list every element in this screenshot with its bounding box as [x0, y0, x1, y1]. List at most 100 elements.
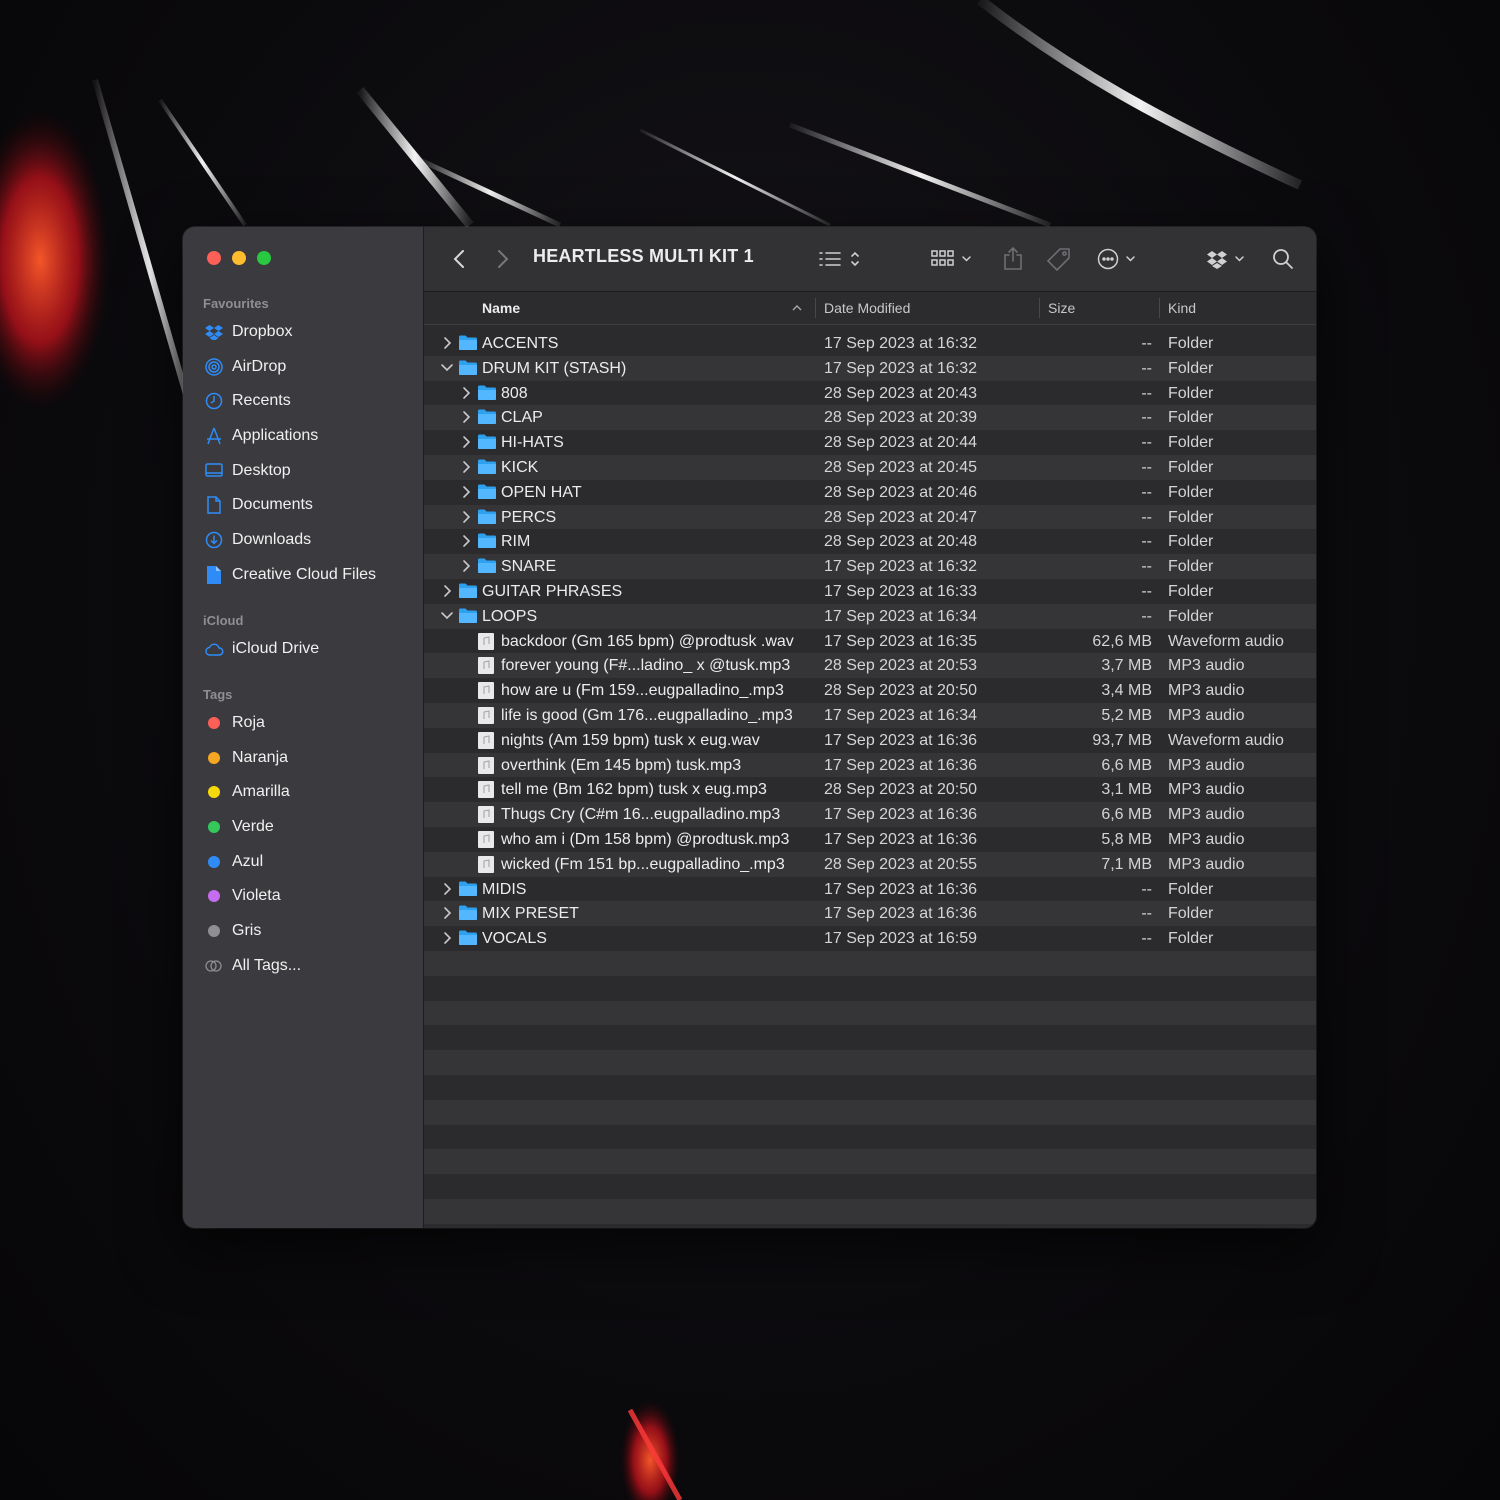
file-row[interactable]: nights (Am 159 bpm) tusk x eug.wav 17 Sep…: [424, 728, 1316, 753]
disclosure-chevron-right-icon[interactable]: [459, 459, 473, 475]
folder-row[interactable]: MIX PRESET 17 Sep 2023 at 16:36 -- Folder: [424, 901, 1316, 927]
folder-icon: [478, 533, 496, 549]
folder-row[interactable]: 808 28 Sep 2023 at 20:43 -- Folder: [424, 381, 1316, 406]
folder-row[interactable]: DRUM KIT (STASH) 17 Sep 2023 at 16:32 -- Fo…: [424, 355, 1316, 381]
folder-row[interactable]: HI-HATS 28 Sep 2023 at 20:44 -- Folder: [424, 430, 1316, 455]
forward-button[interactable]: [490, 227, 516, 291]
folder-row[interactable]: PERCS 28 Sep 2023 at 20:47 -- Folder: [424, 504, 1316, 530]
sidebar-tag-gris[interactable]: Gris: [203, 917, 408, 945]
disclosure-chevron-right-icon[interactable]: [440, 905, 454, 921]
item-kind: Folder: [1168, 359, 1214, 377]
item-name: overthink (Em 145 bpm) tusk.mp3: [501, 756, 742, 774]
folder-icon: [478, 459, 496, 474]
file-icon: [203, 564, 225, 586]
document-icon: [203, 494, 225, 516]
column-date-header[interactable]: Date Modified: [824, 292, 910, 324]
search-button[interactable]: [1268, 227, 1298, 291]
zoom-button[interactable]: [257, 251, 271, 265]
tag-dot-icon: [208, 752, 220, 764]
disclosure-chevron-right-icon[interactable]: [440, 335, 454, 351]
item-name: life is good (Gm 176...eugpalladino_.mp3: [501, 707, 793, 724]
folder-row[interactable]: OPEN HAT 28 Sep 2023 at 20:46 -- Folder: [424, 480, 1316, 505]
sidebar-tag-verde[interactable]: Verde: [203, 813, 408, 841]
sidebar-all-tags[interactable]: All Tags...: [203, 952, 408, 980]
disclosure-chevron-right-icon[interactable]: [459, 385, 473, 401]
folder-row[interactable]: CLAP 28 Sep 2023 at 20:39 -- Folder: [424, 405, 1316, 431]
sidebar-item-desktop[interactable]: Desktop: [203, 457, 408, 485]
column-name-header[interactable]: Name: [482, 292, 802, 324]
item-name: Thugs Cry (C#m 16...eugpalladino.mp3: [501, 806, 781, 824]
sidebar-item-downloads[interactable]: Downloads: [203, 526, 408, 554]
file-row[interactable]: overthink (Em 145 bpm) tusk.mp3 17 Sep 20…: [424, 752, 1316, 778]
folder-row[interactable]: ACCENTS 17 Sep 2023 at 16:32 -- Folder: [424, 331, 1316, 356]
file-row[interactable]: Thugs Cry (C#m 16...eugpalladino.mp3 17 S…: [424, 802, 1316, 827]
disclosure-chevron-right-icon[interactable]: [459, 558, 473, 574]
sidebar-item-dropbox[interactable]: Dropbox: [203, 318, 408, 346]
disclosure-chevron-right-icon[interactable]: [459, 434, 473, 450]
folder-row[interactable]: VOCALS 17 Sep 2023 at 16:59 -- Folder: [424, 926, 1316, 951]
column-divider: [815, 298, 816, 318]
sidebar-tag-naranja[interactable]: Naranja: [203, 744, 408, 772]
file-row[interactable]: life is good (Gm 176...eugpalladino_.mp3…: [424, 703, 1316, 728]
item-size: --: [1141, 359, 1152, 377]
download-icon: [203, 529, 225, 551]
sidebar-item-documents[interactable]: Documents: [203, 491, 408, 519]
sidebar-item-recents[interactable]: Recents: [203, 387, 408, 415]
sidebar-tag-roja[interactable]: Roja: [203, 709, 408, 737]
view-mode-button[interactable]: [818, 227, 866, 291]
folder-row[interactable]: SNARE 17 Sep 2023 at 16:32 -- Folder: [424, 554, 1316, 579]
folder-row[interactable]: RIM 28 Sep 2023 at 20:48 -- Folder: [424, 529, 1316, 554]
sidebar-item-label: Dropbox: [232, 323, 293, 340]
file-row[interactable]: who am i (Dm 158 bpm) @prodtusk.mp3 17 Se…: [424, 827, 1316, 852]
disclosure-chevron-right-icon[interactable]: [440, 583, 454, 599]
item-date-modified: 28 Sep 2023 at 20:50: [824, 781, 978, 799]
sidebar-tag-violeta[interactable]: Violeta: [203, 882, 408, 910]
disclosure-chevron-right-icon[interactable]: [440, 930, 454, 946]
item-size: 5,2 MB: [1101, 707, 1152, 724]
sidebar-item-applications[interactable]: Applications: [203, 422, 408, 450]
sidebar-item-creative-cloud-files[interactable]: Creative Cloud Files: [203, 561, 408, 589]
folder-row[interactable]: GUITAR PHRASES 17 Sep 2023 at 16:33 -- Fold…: [424, 579, 1316, 604]
close-button[interactable]: [207, 251, 221, 265]
disclosure-chevron-down-icon[interactable]: [440, 360, 454, 376]
share-button[interactable]: [1000, 227, 1026, 291]
column-size-header[interactable]: Size: [1048, 292, 1075, 324]
disclosure-chevron-down-icon[interactable]: [440, 608, 454, 624]
column-kind-header[interactable]: Kind: [1168, 292, 1196, 324]
file-row[interactable]: tell me (Bm 162 bpm) tusk x eug.mp3 28 Se…: [424, 777, 1316, 802]
item-name: OPEN HAT: [501, 483, 582, 501]
disclosure-chevron-right-icon[interactable]: [440, 881, 454, 897]
sidebar-item-label: Desktop: [232, 462, 291, 479]
item-date-modified: 17 Sep 2023 at 16:35: [824, 632, 978, 650]
sidebar-item-icloud-drive[interactable]: iCloud Drive: [203, 635, 408, 663]
item-date-modified: 17 Sep 2023 at 16:34: [824, 707, 978, 724]
disclosure-chevron-right-icon[interactable]: [459, 509, 473, 525]
audio-file-icon: [478, 632, 494, 650]
item-date-modified: 28 Sep 2023 at 20:50: [824, 682, 978, 700]
file-row[interactable]: wicked (Fm 151 bp...eugpalladino_.mp3 28 …: [424, 851, 1316, 877]
toolbar: HEARTLESS MULTI KIT 1: [424, 227, 1316, 292]
group-button[interactable]: [930, 227, 978, 291]
disclosure-chevron-right-icon[interactable]: [459, 409, 473, 425]
item-date-modified: 28 Sep 2023 at 20:45: [824, 459, 978, 476]
folder-row[interactable]: LOOPS 17 Sep 2023 at 16:34 -- Folder: [424, 603, 1316, 629]
dropbox-menu-button[interactable]: [1206, 227, 1252, 291]
file-row[interactable]: how are u (Fm 159...eugpalladino_.mp3 28 …: [424, 678, 1316, 703]
item-date-modified: 17 Sep 2023 at 16:36: [824, 905, 978, 923]
folder-row[interactable]: KICK 28 Sep 2023 at 20:45 -- Folder: [424, 455, 1316, 480]
back-button[interactable]: [446, 227, 472, 291]
disclosure-chevron-right-icon[interactable]: [459, 484, 473, 500]
sidebar-tag-amarilla[interactable]: Amarilla: [203, 778, 408, 806]
disclosure-chevron-right-icon[interactable]: [459, 533, 473, 549]
minimize-button[interactable]: [232, 251, 246, 265]
sidebar-tag-azul[interactable]: Azul: [203, 848, 408, 876]
item-date-modified: 17 Sep 2023 at 16:34: [824, 607, 978, 625]
file-row[interactable]: backdoor (Gm 165 bpm) @prodtusk .wav 17 S…: [424, 629, 1316, 654]
file-row[interactable]: forever young (F#...ladino_ x @tusk.mp3 2…: [424, 653, 1316, 679]
tag-button[interactable]: [1044, 227, 1074, 291]
sidebar-item-airdrop[interactable]: AirDrop: [203, 353, 408, 381]
action-menu-button[interactable]: [1096, 227, 1142, 291]
applications-icon: [203, 425, 225, 447]
item-size: --: [1141, 558, 1152, 576]
folder-row[interactable]: MIDIS 17 Sep 2023 at 16:36 -- Folder: [424, 877, 1316, 902]
